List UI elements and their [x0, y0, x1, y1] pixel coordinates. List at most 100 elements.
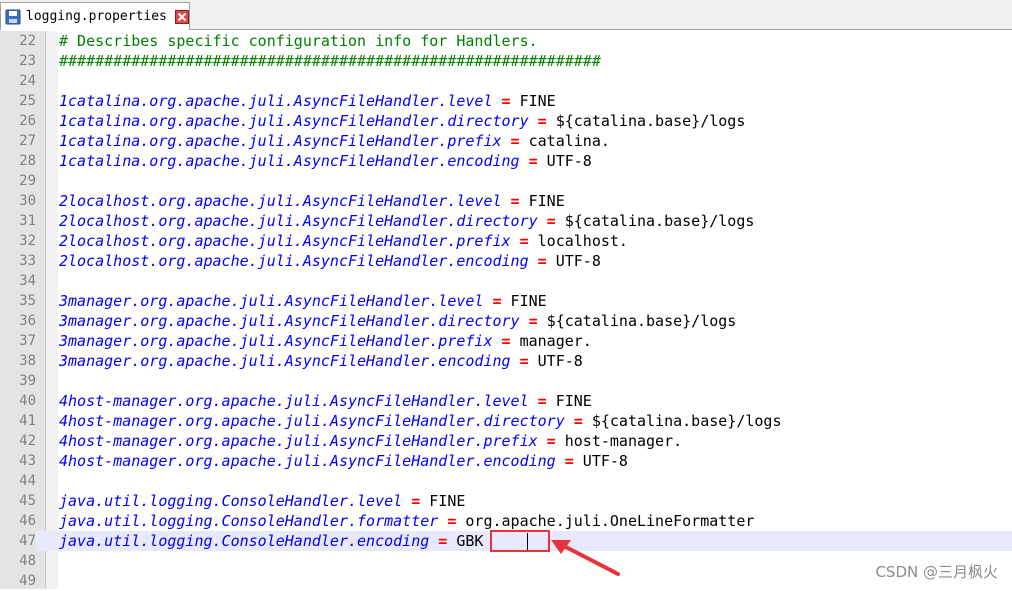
- line-number: 43: [19, 453, 36, 469]
- value-token: [502, 132, 511, 150]
- value-token: [429, 532, 438, 550]
- line-number: 24: [19, 73, 36, 89]
- line-number: 49: [19, 573, 36, 589]
- code-text: java.util.logging.ConsoleHandler.encodin…: [59, 531, 483, 551]
- code-text: 3manager.org.apache.juli.AsyncFileHandle…: [59, 351, 583, 371]
- code-line[interactable]: 45 java.util.logging.ConsoleHandler.level…: [0, 491, 1012, 511]
- code-text: 1catalina.org.apache.juli.AsyncFileHandl…: [59, 91, 556, 111]
- code-line[interactable]: 24: [0, 71, 1012, 91]
- key-token: 4host-manager.org.apache.juli.AsyncFileH…: [59, 392, 529, 410]
- line-number: 47: [0, 531, 36, 551]
- key-token: 4host-manager.org.apache.juli.AsyncFileH…: [59, 432, 538, 450]
- value-token: manager.: [510, 332, 592, 350]
- value-token: FINE: [519, 192, 565, 210]
- line-number: 39: [19, 373, 36, 389]
- code-text: 3manager.org.apache.juli.AsyncFileHandle…: [59, 311, 736, 331]
- code-text: 2localhost.org.apache.juli.AsyncFileHand…: [59, 191, 565, 211]
- line-number: 46: [19, 513, 36, 529]
- value-token: host-manager.: [555, 432, 683, 450]
- code-line[interactable]: 23 ######################################…: [0, 51, 1012, 71]
- code-line[interactable]: 41 4host-manager.org.apache.juli.AsyncFil…: [0, 411, 1012, 431]
- key-token: 4host-manager.org.apache.juli.AsyncFileH…: [59, 452, 556, 470]
- arrow-icon: [548, 534, 620, 580]
- value-token: UTF-8: [573, 452, 628, 470]
- line-number: 41: [19, 413, 36, 429]
- code-text: 4host-manager.org.apache.juli.AsyncFileH…: [59, 391, 592, 411]
- code-line[interactable]: 36 3manager.org.apache.juli.AsyncFileHand…: [0, 311, 1012, 331]
- line-number: 48: [19, 553, 36, 569]
- line-number: 30: [19, 193, 36, 209]
- code-text: 1catalina.org.apache.juli.AsyncFileHandl…: [59, 151, 592, 171]
- code-line[interactable]: 44: [0, 471, 1012, 491]
- value-token: ${catalina.base}/logs: [555, 212, 755, 230]
- line-number: 45: [19, 493, 36, 509]
- line-number: 29: [19, 173, 36, 189]
- code-line[interactable]: 31 2localhost.org.apache.juli.AsyncFileHa…: [0, 211, 1012, 231]
- line-number: 26: [19, 113, 36, 129]
- value-token: FINE: [420, 492, 466, 510]
- value-token: UTF-8: [528, 352, 583, 370]
- code-line[interactable]: 32 2localhost.org.apache.juli.AsyncFileHa…: [0, 231, 1012, 251]
- code-line[interactable]: 43 4host-manager.org.apache.juli.AsyncFil…: [0, 451, 1012, 471]
- value-token: [502, 192, 511, 210]
- code-line[interactable]: 25 1catalina.org.apache.juli.AsyncFileHan…: [0, 91, 1012, 111]
- code-line[interactable]: 33 2localhost.org.apache.juli.AsyncFileHa…: [0, 251, 1012, 271]
- code-text: 2localhost.org.apache.juli.AsyncFileHand…: [59, 211, 754, 231]
- code-line[interactable]: 42 4host-manager.org.apache.juli.AsyncFil…: [0, 431, 1012, 451]
- line-number: 44: [19, 473, 36, 489]
- code-line[interactable]: 29: [0, 171, 1012, 191]
- code-line[interactable]: 27 1catalina.org.apache.juli.AsyncFileHan…: [0, 131, 1012, 151]
- code-line[interactable]: 34: [0, 271, 1012, 291]
- value-token: UTF-8: [537, 152, 592, 170]
- text-caret: [527, 533, 528, 550]
- code-line[interactable]: 40 4host-manager.org.apache.juli.AsyncFil…: [0, 391, 1012, 411]
- code-line[interactable]: 48: [0, 551, 1012, 571]
- value-token: [438, 512, 447, 530]
- value-token: [520, 312, 529, 330]
- code-line[interactable]: 22 # Describes specific configuration inf…: [0, 31, 1012, 51]
- code-text: 3manager.org.apache.juli.AsyncFileHandle…: [59, 291, 547, 311]
- operator-token: =: [519, 232, 529, 250]
- code-text: 2localhost.org.apache.juli.AsyncFileHand…: [59, 251, 601, 271]
- line-number: 33: [19, 253, 36, 269]
- line-number: 28: [19, 153, 36, 169]
- code-line[interactable]: 38 3manager.org.apache.juli.AsyncFileHand…: [0, 351, 1012, 371]
- code-text: # Describes specific configuration info …: [59, 31, 538, 51]
- value-token: [492, 332, 501, 350]
- operator-token: =: [537, 112, 547, 130]
- line-number: 38: [19, 353, 36, 369]
- operator-token: =: [528, 152, 538, 170]
- value-token: localhost.: [528, 232, 628, 250]
- value-token: ${catalina.base}/logs: [582, 412, 782, 430]
- value-token: [556, 452, 565, 470]
- tab-logging-properties[interactable]: logging.properties: [0, 2, 190, 30]
- code-line[interactable]: 49: [0, 571, 1012, 591]
- line-number: 25: [19, 93, 36, 109]
- operator-token: =: [564, 452, 574, 470]
- key-token: 3manager.org.apache.juli.AsyncFileHandle…: [59, 352, 511, 370]
- code-text: 1catalina.org.apache.juli.AsyncFileHandl…: [59, 131, 610, 151]
- close-icon[interactable]: [175, 9, 189, 24]
- code-line[interactable]: 26 1catalina.org.apache.juli.AsyncFileHan…: [0, 111, 1012, 131]
- value-token: [402, 492, 411, 510]
- operator-token: =: [528, 312, 538, 330]
- code-line[interactable]: 35 3manager.org.apache.juli.AsyncFileHand…: [0, 291, 1012, 311]
- line-number: 35: [19, 293, 36, 309]
- code-line[interactable]: 28 1catalina.org.apache.juli.AsyncFileHan…: [0, 151, 1012, 171]
- key-token: 1catalina.org.apache.juli.AsyncFileHandl…: [59, 92, 493, 110]
- tab-bar: logging.properties: [0, 0, 1012, 30]
- code-line[interactable]: 37 3manager.org.apache.juli.AsyncFileHand…: [0, 331, 1012, 351]
- code-editor[interactable]: 22 # Describes specific configuration inf…: [0, 31, 1012, 591]
- value-token: [511, 232, 520, 250]
- operator-token: =: [546, 432, 556, 450]
- line-number: 22: [19, 33, 36, 49]
- code-line[interactable]: 30 2localhost.org.apache.juli.AsyncFileHa…: [0, 191, 1012, 211]
- code-line[interactable]: 46 java.util.logging.ConsoleHandler.forma…: [0, 511, 1012, 531]
- value-token: [520, 152, 529, 170]
- code-text: 3manager.org.apache.juli.AsyncFileHandle…: [59, 331, 592, 351]
- key-token: java.util.logging.ConsoleHandler.encodin…: [59, 532, 430, 550]
- value-token: ${catalina.base}/logs: [546, 112, 746, 130]
- value-token: [492, 92, 501, 110]
- code-line[interactable]: 39: [0, 371, 1012, 391]
- key-token: 2localhost.org.apache.juli.AsyncFileHand…: [59, 252, 529, 270]
